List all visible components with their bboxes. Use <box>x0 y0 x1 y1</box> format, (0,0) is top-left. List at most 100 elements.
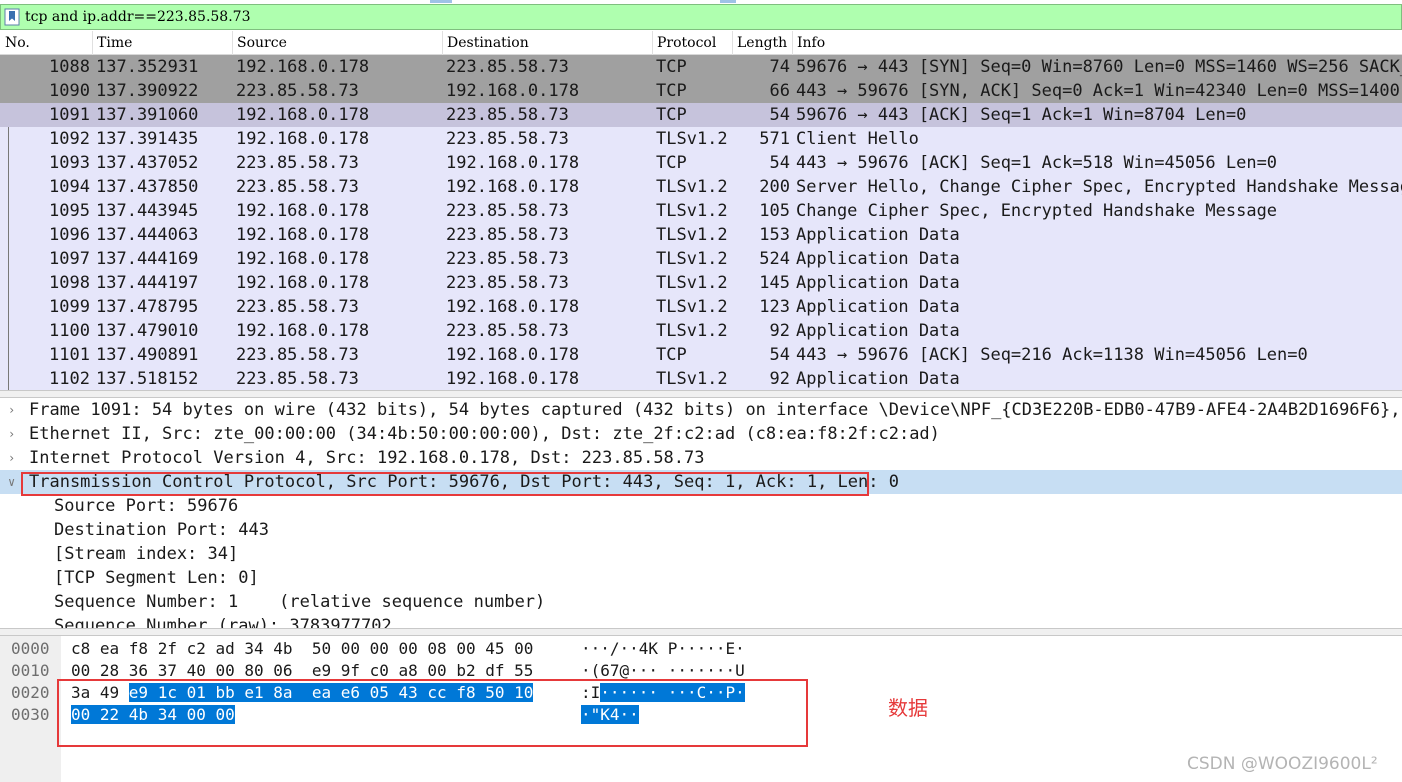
bytes-ascii[interactable]: ···/··4K P·····E· <box>581 639 745 659</box>
packet-cell-src: 223.85.58.73 <box>236 177 359 197</box>
bytes-hex[interactable]: c8 ea f8 2f c2 ad 34 4b 50 00 00 00 08 0… <box>71 639 533 659</box>
bytes-ascii[interactable]: ·(67@··· ·······U <box>581 661 745 681</box>
packet-cell-dst: 192.168.0.178 <box>446 153 580 173</box>
bytes-offset: 0000 <box>11 639 50 658</box>
packet-cell-proto: TCP <box>656 57 687 77</box>
detail-tree-field[interactable]: Sequence Number: 1 (relative sequence nu… <box>0 590 1402 614</box>
packet-row[interactable]: 1099 137.478795 223.85.58.73 192.168.0.178 T… <box>0 295 1402 319</box>
packet-cell-no: 1090 <box>49 81 90 101</box>
chevron-right-icon[interactable]: › <box>8 451 18 465</box>
detail-text: Sequence Number: 1 (relative sequence nu… <box>54 592 546 612</box>
packet-cell-dst: 192.168.0.178 <box>446 369 580 389</box>
column-header-info[interactable]: Info <box>797 34 825 52</box>
packet-cell-len: 123 <box>759 297 790 317</box>
annotation-label: 数据 <box>888 696 928 720</box>
column-header-no[interactable]: No. <box>5 34 30 52</box>
column-separator[interactable] <box>92 31 93 55</box>
packet-cell-dst: 223.85.58.73 <box>446 273 569 293</box>
packet-cell-info: 59676 → 443 [SYN] Seq=0 Win=8760 Len=0 M… <box>796 57 1402 77</box>
packet-cell-no: 1094 <box>49 177 90 197</box>
packet-cell-info: 59676 → 443 [ACK] Seq=1 Ack=1 Win=8704 L… <box>796 105 1247 125</box>
column-header-protocol[interactable]: Protocol <box>657 34 716 52</box>
detail-tree-node[interactable]: › Ethernet II, Src: zte_00:00:00 (34:4b:5… <box>0 422 1402 446</box>
bookmark-icon[interactable] <box>4 8 20 26</box>
packet-cell-time: 137.437052 <box>96 153 199 173</box>
packet-cell-proto: TLSv1.2 <box>656 249 728 269</box>
chevron-down-icon[interactable]: ∨ <box>8 475 18 489</box>
packet-details-tree[interactable]: › Frame 1091: 54 bytes on wire (432 bits)… <box>0 398 1402 628</box>
packet-cell-proto: TLSv1.2 <box>656 369 728 389</box>
annotation-box-tcp <box>21 472 869 496</box>
detail-text: [TCP Segment Len: 0] <box>54 568 259 588</box>
packet-row[interactable]: 1092 137.391435 192.168.0.178 223.85.58.73 T… <box>0 127 1402 151</box>
packet-cell-src: 192.168.0.178 <box>236 105 370 125</box>
column-header-source[interactable]: Source <box>237 34 287 52</box>
bytes-ascii-plain: ···/··4K P·····E· <box>581 639 745 658</box>
pane-splitter[interactable] <box>0 390 1402 398</box>
packet-cell-len: 92 <box>769 321 790 341</box>
packet-cell-len: 54 <box>769 105 790 125</box>
toolbar-fragment <box>720 0 736 3</box>
packet-cell-dst: 192.168.0.178 <box>446 297 580 317</box>
packet-row[interactable]: 1095 137.443945 192.168.0.178 223.85.58.73 T… <box>0 199 1402 223</box>
column-separator[interactable] <box>652 31 653 55</box>
packet-row[interactable]: 1098 137.444197 192.168.0.178 223.85.58.73 T… <box>0 271 1402 295</box>
bytes-offset: 0020 <box>11 683 50 702</box>
packet-cell-time: 137.390922 <box>96 81 199 101</box>
packet-row[interactable]: 1102 137.518152 223.85.58.73 192.168.0.178 T… <box>0 367 1402 391</box>
packet-cell-no: 1095 <box>49 201 90 221</box>
pane-splitter[interactable] <box>0 628 1402 636</box>
packet-cell-src: 192.168.0.178 <box>236 273 370 293</box>
packet-list[interactable]: 1088 137.352931 192.168.0.178 223.85.58.73 T… <box>0 55 1402 391</box>
detail-tree-field[interactable]: [TCP Segment Len: 0] <box>0 566 1402 590</box>
column-header-time[interactable]: Time <box>97 34 132 52</box>
packet-cell-no: 1102 <box>49 369 90 389</box>
chevron-right-icon[interactable]: › <box>8 427 18 441</box>
packet-cell-src: 192.168.0.178 <box>236 201 370 221</box>
detail-text: Destination Port: 443 <box>54 520 269 540</box>
packet-row[interactable]: 1097 137.444169 192.168.0.178 223.85.58.73 T… <box>0 247 1402 271</box>
packet-cell-info: Application Data <box>796 249 960 269</box>
detail-tree-node[interactable]: › Frame 1091: 54 bytes on wire (432 bits)… <box>0 398 1402 422</box>
packet-cell-info: Application Data <box>796 369 960 389</box>
packet-cell-proto: TCP <box>656 345 687 365</box>
packet-cell-proto: TLSv1.2 <box>656 129 728 149</box>
packet-row[interactable]: 1093 137.437052 223.85.58.73 192.168.0.178 T… <box>0 151 1402 175</box>
packet-row[interactable]: 1094 137.437850 223.85.58.73 192.168.0.178 T… <box>0 175 1402 199</box>
display-filter-bar[interactable]: tcp and ip.addr==223.85.58.73 <box>0 4 1402 30</box>
bytes-hex[interactable]: 00 28 36 37 40 00 80 06 e9 9f c0 a8 00 b… <box>71 661 533 681</box>
column-header-destination[interactable]: Destination <box>447 34 529 52</box>
packet-row[interactable]: 1090 137.390922 223.85.58.73 192.168.0.178 T… <box>0 79 1402 103</box>
packet-row[interactable]: 1096 137.444063 192.168.0.178 223.85.58.73 T… <box>0 223 1402 247</box>
annotation-box-data <box>57 679 808 747</box>
packet-cell-time: 137.444169 <box>96 249 199 269</box>
column-header-length[interactable]: Length <box>737 34 787 52</box>
packet-cell-no: 1099 <box>49 297 90 317</box>
bytes-row[interactable]: 0000 c8 ea f8 2f c2 ad 34 4b 50 00 00 00 … <box>0 638 1402 660</box>
detail-tree-node[interactable]: › Internet Protocol Version 4, Src: 192.1… <box>0 446 1402 470</box>
bytes-offset: 0010 <box>11 661 50 680</box>
packet-cell-time: 137.444197 <box>96 273 199 293</box>
chevron-right-icon[interactable]: › <box>8 403 18 417</box>
column-separator[interactable] <box>442 31 443 55</box>
column-separator[interactable] <box>732 31 733 55</box>
column-separator[interactable] <box>232 31 233 55</box>
detail-tree-field[interactable]: Destination Port: 443 <box>0 518 1402 542</box>
packet-cell-src: 192.168.0.178 <box>236 249 370 269</box>
packet-cell-dst: 223.85.58.73 <box>446 249 569 269</box>
packet-row[interactable]: 1091 137.391060 192.168.0.178 223.85.58.73 T… <box>0 103 1402 127</box>
packet-cell-no: 1098 <box>49 273 90 293</box>
packet-cell-src: 223.85.58.73 <box>236 369 359 389</box>
detail-tree-field[interactable]: [Stream index: 34] <box>0 542 1402 566</box>
filter-input[interactable]: tcp and ip.addr==223.85.58.73 <box>25 8 250 26</box>
packet-row[interactable]: 1101 137.490891 223.85.58.73 192.168.0.178 T… <box>0 343 1402 367</box>
packet-cell-info: Application Data <box>796 297 960 317</box>
column-separator[interactable] <box>792 31 793 55</box>
packet-row[interactable]: 1100 137.479010 192.168.0.178 223.85.58.73 T… <box>0 319 1402 343</box>
packet-cell-src: 223.85.58.73 <box>236 345 359 365</box>
packet-row[interactable]: 1088 137.352931 192.168.0.178 223.85.58.73 T… <box>0 55 1402 79</box>
detail-tree-field[interactable]: Sequence Number (raw): 3783977702 <box>0 614 1402 628</box>
detail-tree-field[interactable]: Source Port: 59676 <box>0 494 1402 518</box>
packet-cell-info: Server Hello, Change Cipher Spec, Encryp… <box>796 177 1402 197</box>
packet-cell-len: 200 <box>759 177 790 197</box>
